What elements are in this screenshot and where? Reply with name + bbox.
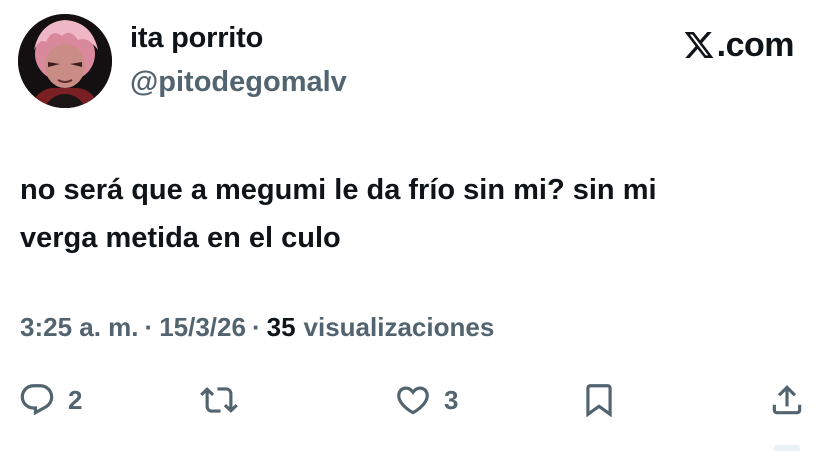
- meta-separator: ·: [144, 312, 154, 342]
- retweet-button[interactable]: [200, 376, 250, 424]
- avatar[interactable]: [18, 14, 112, 108]
- author-handle[interactable]: @pitodegomalv: [130, 66, 347, 99]
- share-button[interactable]: [768, 376, 806, 424]
- heart-icon: [397, 386, 429, 415]
- views-count[interactable]: 35: [267, 312, 296, 343]
- retweet-icon: [200, 387, 238, 413]
- tweet-card: ita porrito @pitodegomalv .com no será q…: [0, 0, 828, 451]
- like-button[interactable]: 3: [394, 376, 458, 424]
- scroll-indicator: [774, 445, 800, 451]
- brand-text: .com: [716, 26, 795, 64]
- share-icon: [772, 385, 802, 415]
- meta-separator: ·: [251, 312, 261, 342]
- tweet-text: no será que a megumi le da frío sin mi? …: [20, 174, 657, 254]
- like-count: 3: [444, 384, 459, 415]
- reply-button[interactable]: 2: [18, 376, 82, 424]
- reply-icon: [20, 384, 54, 416]
- avatar-image: [18, 14, 112, 108]
- bookmark-icon: [586, 384, 612, 418]
- bookmark-button[interactable]: [580, 376, 618, 424]
- tweet-meta: 3:25 a. m. · 15/3/26 · 35 visualizacione…: [20, 312, 494, 343]
- brand-logo: .com: [683, 26, 795, 64]
- action-bar: 2 3: [0, 376, 828, 424]
- tweet-time[interactable]: 3:25 a. m.: [20, 312, 139, 343]
- x-logo-icon: [684, 32, 714, 58]
- tweet-date[interactable]: 15/3/26: [159, 312, 246, 343]
- reply-count: 2: [68, 384, 83, 415]
- views-label[interactable]: visualizaciones: [304, 312, 495, 343]
- author-display-name[interactable]: ita porrito: [130, 22, 263, 55]
